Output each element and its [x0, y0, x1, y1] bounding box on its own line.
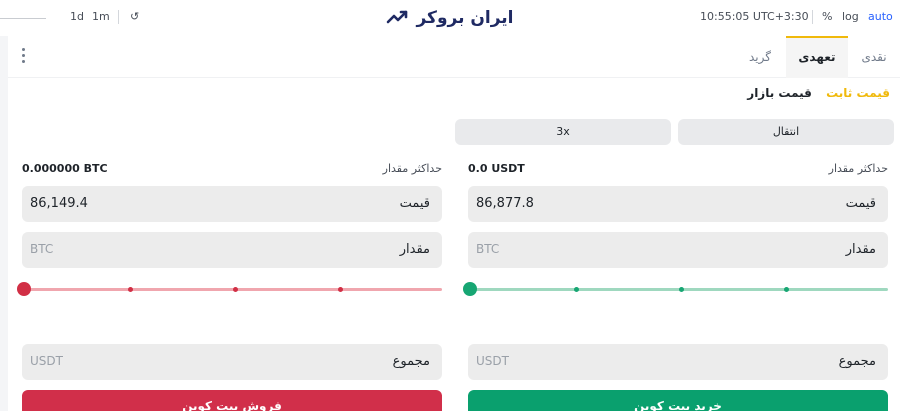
order-type-selector: قیمت ثابت قیمت بازار — [737, 86, 890, 100]
sell-total-field[interactable]: مجموع USDT — [22, 344, 442, 380]
toolbar-separator — [812, 10, 813, 24]
order-type-limit[interactable]: قیمت ثابت — [826, 86, 890, 100]
buy-total-field[interactable]: مجموع USDT — [468, 344, 888, 380]
undo-icon[interactable]: ↺ — [130, 10, 139, 23]
buy-total-label: مجموع — [838, 354, 876, 369]
buy-slider-track[interactable] — [468, 288, 888, 291]
trade-mode-tabs: نقدی تعهدی گرید — [8, 36, 900, 78]
sell-amount-placeholder[interactable]: BTC — [30, 242, 53, 256]
sell-slider-track[interactable] — [22, 288, 442, 291]
sell-amount-field[interactable]: مقدار BTC — [22, 232, 442, 268]
sell-slider-tick-25[interactable] — [128, 287, 133, 292]
sell-slider-tick-75[interactable] — [338, 287, 343, 292]
auto-scale-toggle[interactable]: auto — [868, 10, 893, 23]
more-options-icon[interactable] — [20, 48, 28, 66]
leverage-button[interactable]: 3x — [455, 119, 671, 145]
buy-max-label: حداکثر مقدار — [828, 162, 888, 175]
transfer-button[interactable]: انتقال — [678, 119, 894, 145]
interval-1m[interactable]: 1m — [92, 10, 110, 23]
sell-bitcoin-button[interactable]: فروش بیت کوین — [22, 390, 442, 411]
sell-max-label: حداکثر مقدار — [382, 162, 442, 175]
buy-slider-tick-50[interactable] — [679, 287, 684, 292]
sell-price-value[interactable]: 86,149.4 — [30, 196, 88, 211]
sell-max-value: 0.000000 BTC — [22, 162, 108, 175]
sell-total-label: مجموع — [392, 354, 430, 369]
sell-slider-handle[interactable] — [17, 282, 31, 296]
chart-time: 10:55:05 UTC+3:30 — [700, 10, 809, 23]
toolbar-divider-line — [0, 18, 46, 19]
buy-amount-label: مقدار — [845, 242, 876, 257]
percent-scale-toggle[interactable]: % — [822, 10, 832, 23]
tab-grid[interactable]: گرید — [734, 36, 786, 78]
sell-form: حداکثر مقدار 0.000000 BTC قیمت 86,149.4 … — [17, 154, 442, 411]
tab-spot[interactable]: نقدی — [848, 36, 900, 78]
buy-form: حداکثر مقدار 0.0 USDT قیمت 86,877.8 مقدا… — [463, 154, 888, 411]
buy-slider-tick-25[interactable] — [574, 287, 579, 292]
order-type-market[interactable]: قیمت بازار — [747, 86, 812, 100]
buy-bitcoin-button[interactable]: خرید بیت کوین — [468, 390, 888, 411]
interval-1d[interactable]: 1d — [70, 10, 84, 23]
buy-price-label: قیمت — [845, 196, 876, 211]
sell-max-row: حداکثر مقدار 0.000000 BTC — [22, 162, 442, 178]
buy-price-field[interactable]: قیمت 86,877.8 — [468, 186, 888, 222]
buy-max-value: 0.0 USDT — [468, 162, 525, 175]
sell-percent-slider[interactable] — [17, 282, 442, 296]
toolbar-separator — [118, 10, 119, 24]
buy-percent-slider[interactable] — [463, 282, 888, 296]
sell-price-label: قیمت — [399, 196, 430, 211]
log-scale-toggle[interactable]: log — [842, 10, 859, 23]
sell-price-field[interactable]: قیمت 86,149.4 — [22, 186, 442, 222]
sell-amount-label: مقدار — [399, 242, 430, 257]
brand-logo-icon — [387, 10, 408, 24]
buy-amount-field[interactable]: مقدار BTC — [468, 232, 888, 268]
sell-slider-tick-50[interactable] — [233, 287, 238, 292]
brand-name: ایران بروکر — [416, 8, 514, 28]
buy-amount-placeholder[interactable]: BTC — [476, 242, 499, 256]
tab-margin[interactable]: تعهدی — [786, 36, 848, 78]
buy-slider-tick-75[interactable] — [784, 287, 789, 292]
buy-total-placeholder[interactable]: USDT — [476, 354, 509, 368]
buy-price-value[interactable]: 86,877.8 — [476, 196, 534, 211]
sell-total-placeholder[interactable]: USDT — [30, 354, 63, 368]
buy-max-row: حداکثر مقدار 0.0 USDT — [468, 162, 888, 178]
buy-slider-handle[interactable] — [463, 282, 477, 296]
trade-panel: نقدی تعهدی گرید قیمت ثابت قیمت بازار انت… — [8, 36, 900, 411]
brand-logo: ایران بروکر — [370, 0, 530, 36]
